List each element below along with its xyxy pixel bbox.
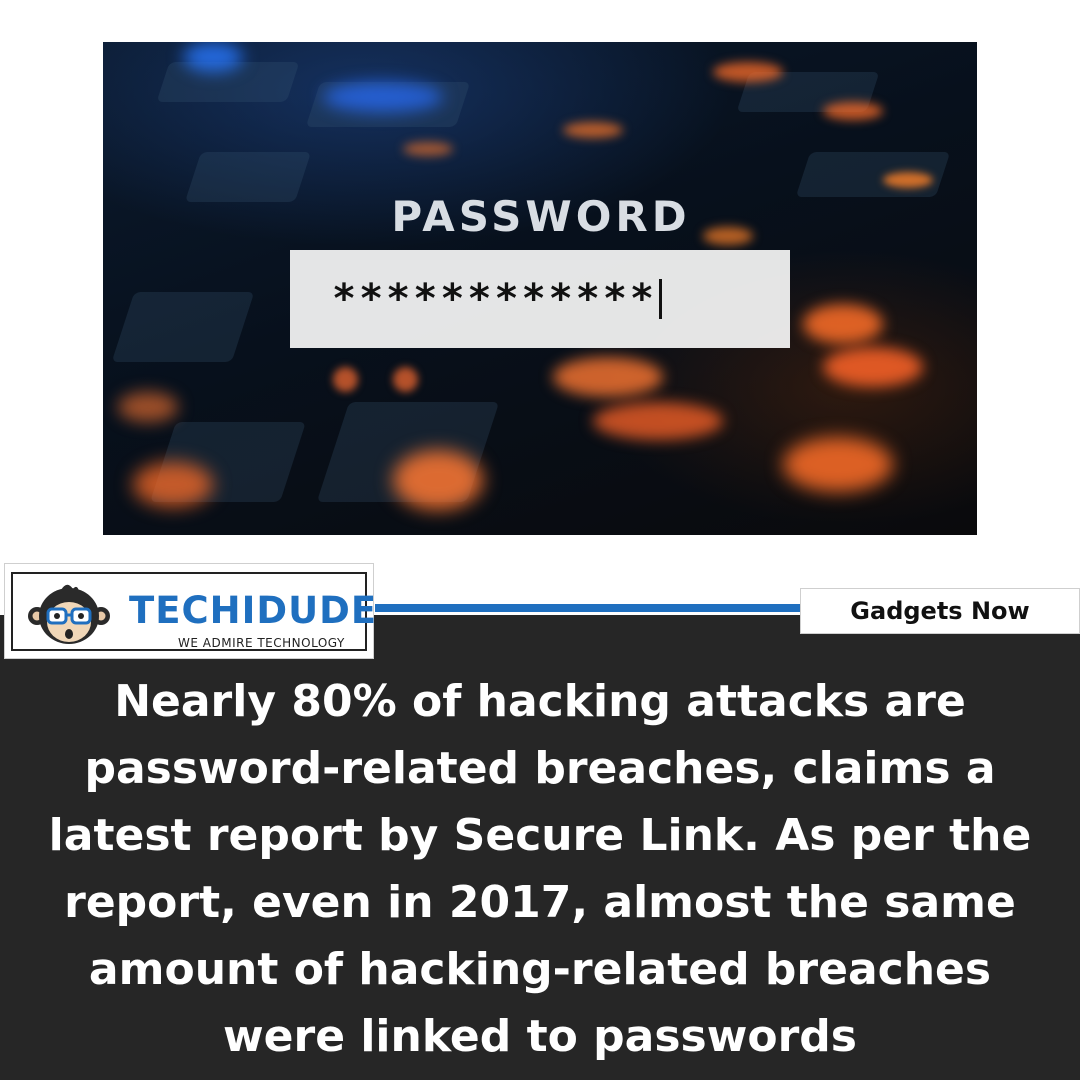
orange-light — [713, 62, 783, 82]
orange-light — [393, 450, 483, 510]
source-badge: Gadgets Now — [800, 588, 1080, 634]
orange-light — [593, 402, 723, 440]
keyboard-key — [184, 152, 312, 202]
orange-light — [703, 227, 753, 245]
brand-tagline: WE ADMIRE TECHNOLOGY — [178, 636, 345, 650]
orange-light — [823, 347, 923, 387]
orange-light — [393, 367, 418, 392]
orange-light — [823, 102, 883, 120]
headline-text: Nearly 80% of hacking attacks are passwo… — [48, 676, 1032, 1062]
brand-name: TECHIDUDE — [129, 589, 378, 632]
orange-light — [333, 367, 358, 392]
orange-light — [803, 304, 883, 344]
blue-light — [323, 82, 443, 112]
password-title: PASSWORD — [391, 192, 691, 241]
orange-light — [403, 142, 453, 156]
monkey-mascot-icon — [28, 584, 110, 644]
source-label: Gadgets Now — [850, 597, 1030, 625]
blue-light — [183, 42, 243, 72]
orange-light — [133, 462, 213, 507]
brand-logo-frame: TECHIDUDE WE ADMIRE TECHNOLOGY — [11, 572, 376, 651]
accent-divider — [375, 604, 805, 612]
orange-light — [553, 357, 663, 397]
brand-logo-card: TECHIDUDE WE ADMIRE TECHNOLOGY — [4, 563, 376, 659]
text-caret — [658, 279, 662, 319]
orange-light — [783, 437, 893, 492]
password-field: ************ — [290, 250, 790, 348]
orange-light — [563, 122, 623, 138]
orange-light — [118, 392, 178, 422]
password-masked-value: ************ — [332, 276, 657, 322]
keyboard-key — [111, 292, 255, 362]
orange-light — [883, 172, 933, 188]
hero-image: PASSWORD ************ — [103, 42, 977, 535]
